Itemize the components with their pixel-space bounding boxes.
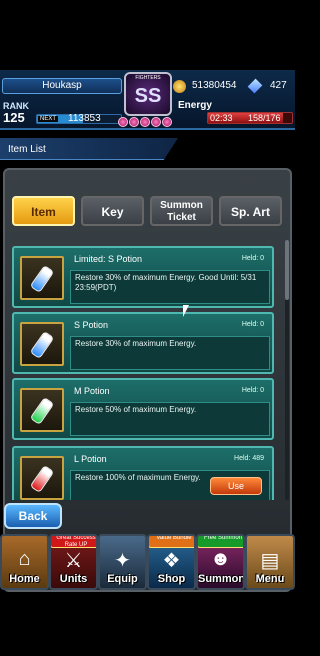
nav-promo-tag: Great Success Rate UP bbox=[51, 536, 96, 548]
tab-sp-art[interactable]: Sp. Art bbox=[219, 196, 282, 226]
use-button[interactable]: Use bbox=[210, 477, 262, 495]
nav-menu-button[interactable]: ▤ Menu bbox=[245, 534, 295, 590]
held-count: Held: 0 bbox=[241, 255, 264, 262]
potion-icon bbox=[29, 464, 55, 494]
summon-icon: ☻ bbox=[209, 548, 232, 570]
nav-promo-tag: Value Bundle bbox=[149, 536, 194, 548]
energy-timer: 02:33 bbox=[210, 113, 233, 123]
nav-label: Shop bbox=[157, 573, 186, 585]
held-count: Held: 0 bbox=[241, 321, 264, 328]
badge-stars bbox=[118, 114, 180, 127]
home-icon: ⌂ bbox=[18, 548, 31, 570]
nav-units-button[interactable]: Great Success Rate UP ⚔ Units bbox=[49, 534, 98, 590]
page-title: Item List bbox=[8, 144, 46, 155]
star-icon bbox=[151, 117, 161, 127]
item-description: Restore 50% of maximum Energy. bbox=[70, 402, 270, 436]
shop-icon: ❖ bbox=[162, 550, 181, 572]
tab-key[interactable]: Key bbox=[81, 196, 144, 226]
tab-summon-ticket[interactable]: Summon Ticket bbox=[150, 196, 213, 226]
energy-value: 158/176 bbox=[248, 113, 281, 123]
bottom-nav: ⌂ Home Great Success Rate UP ⚔ Units ✦ E… bbox=[0, 534, 295, 590]
nav-promo-tag: Free Summon bbox=[198, 536, 243, 548]
coin-icon bbox=[173, 80, 186, 93]
potion-thumbnail bbox=[20, 256, 64, 300]
next-label: NEXT bbox=[38, 116, 59, 122]
item-name: Limited: S Potion bbox=[74, 254, 143, 264]
gem-count: 427 bbox=[270, 80, 287, 91]
player-name[interactable]: Houkasp bbox=[2, 78, 122, 94]
list-item[interactable]: Limited: S Potion Held: 0 Restore 30% of… bbox=[12, 246, 274, 308]
item-list[interactable]: Limited: S Potion Held: 0 Restore 30% of… bbox=[12, 240, 282, 500]
nav-home-button[interactable]: ⌂ Home bbox=[0, 534, 49, 590]
potion-thumbnail bbox=[20, 456, 64, 500]
potion-icon bbox=[29, 264, 55, 294]
star-icon bbox=[162, 117, 172, 127]
held-count: Held: 489 bbox=[234, 455, 264, 462]
book-icon: ▤ bbox=[260, 550, 280, 572]
star-icon bbox=[118, 117, 128, 127]
item-name: S Potion bbox=[74, 320, 109, 330]
potion-thumbnail bbox=[20, 388, 64, 432]
item-description: Restore 30% of maximum Energy. Good Unti… bbox=[70, 270, 270, 304]
scroll-thumb[interactable] bbox=[285, 240, 289, 300]
badge-caption: FIGHTERS bbox=[135, 75, 161, 81]
list-scrollbar[interactable] bbox=[285, 240, 289, 500]
item-name: L Potion bbox=[74, 454, 107, 464]
back-button[interactable]: Back bbox=[4, 503, 62, 529]
nav-label: Menu bbox=[255, 573, 285, 585]
nav-equip-button[interactable]: ✦ Equip bbox=[98, 534, 147, 590]
nav-summon-button[interactable]: Free Summon ☻ Summon bbox=[196, 534, 245, 590]
energy-label: Energy bbox=[178, 100, 212, 111]
item-description: Restore 30% of maximum Energy. bbox=[70, 336, 270, 370]
coin-count: 51380454 bbox=[192, 80, 237, 91]
star-icon bbox=[140, 117, 150, 127]
rank-badge[interactable]: FIGHTERS SS bbox=[124, 72, 172, 116]
pointer-cursor-icon bbox=[183, 305, 195, 317]
units-icon: ⚔ bbox=[64, 550, 83, 572]
star-icon bbox=[129, 117, 139, 127]
rank-value: 125 bbox=[3, 110, 25, 125]
nav-label: Home bbox=[9, 573, 40, 585]
list-item[interactable]: L Potion Held: 489 Restore 100% of maxim… bbox=[12, 446, 274, 500]
sword-icon: ✦ bbox=[114, 550, 131, 572]
item-name: M Potion bbox=[74, 386, 110, 396]
potion-thumbnail bbox=[20, 322, 64, 366]
potion-icon bbox=[29, 330, 55, 360]
next-exp-value: 113853 bbox=[68, 113, 101, 124]
list-item[interactable]: M Potion Held: 0 Restore 50% of maximum … bbox=[12, 378, 274, 440]
list-item[interactable]: S Potion Held: 0 Restore 30% of maximum … bbox=[12, 312, 274, 374]
nav-label: Units bbox=[59, 573, 88, 585]
nav-label: Equip bbox=[107, 573, 138, 585]
held-count: Held: 0 bbox=[241, 387, 264, 394]
potion-icon bbox=[29, 396, 55, 426]
nav-shop-button[interactable]: Value Bundle ❖ Shop bbox=[147, 534, 196, 590]
tab-item[interactable]: Item bbox=[12, 196, 75, 226]
nav-label: Summon bbox=[198, 573, 245, 585]
